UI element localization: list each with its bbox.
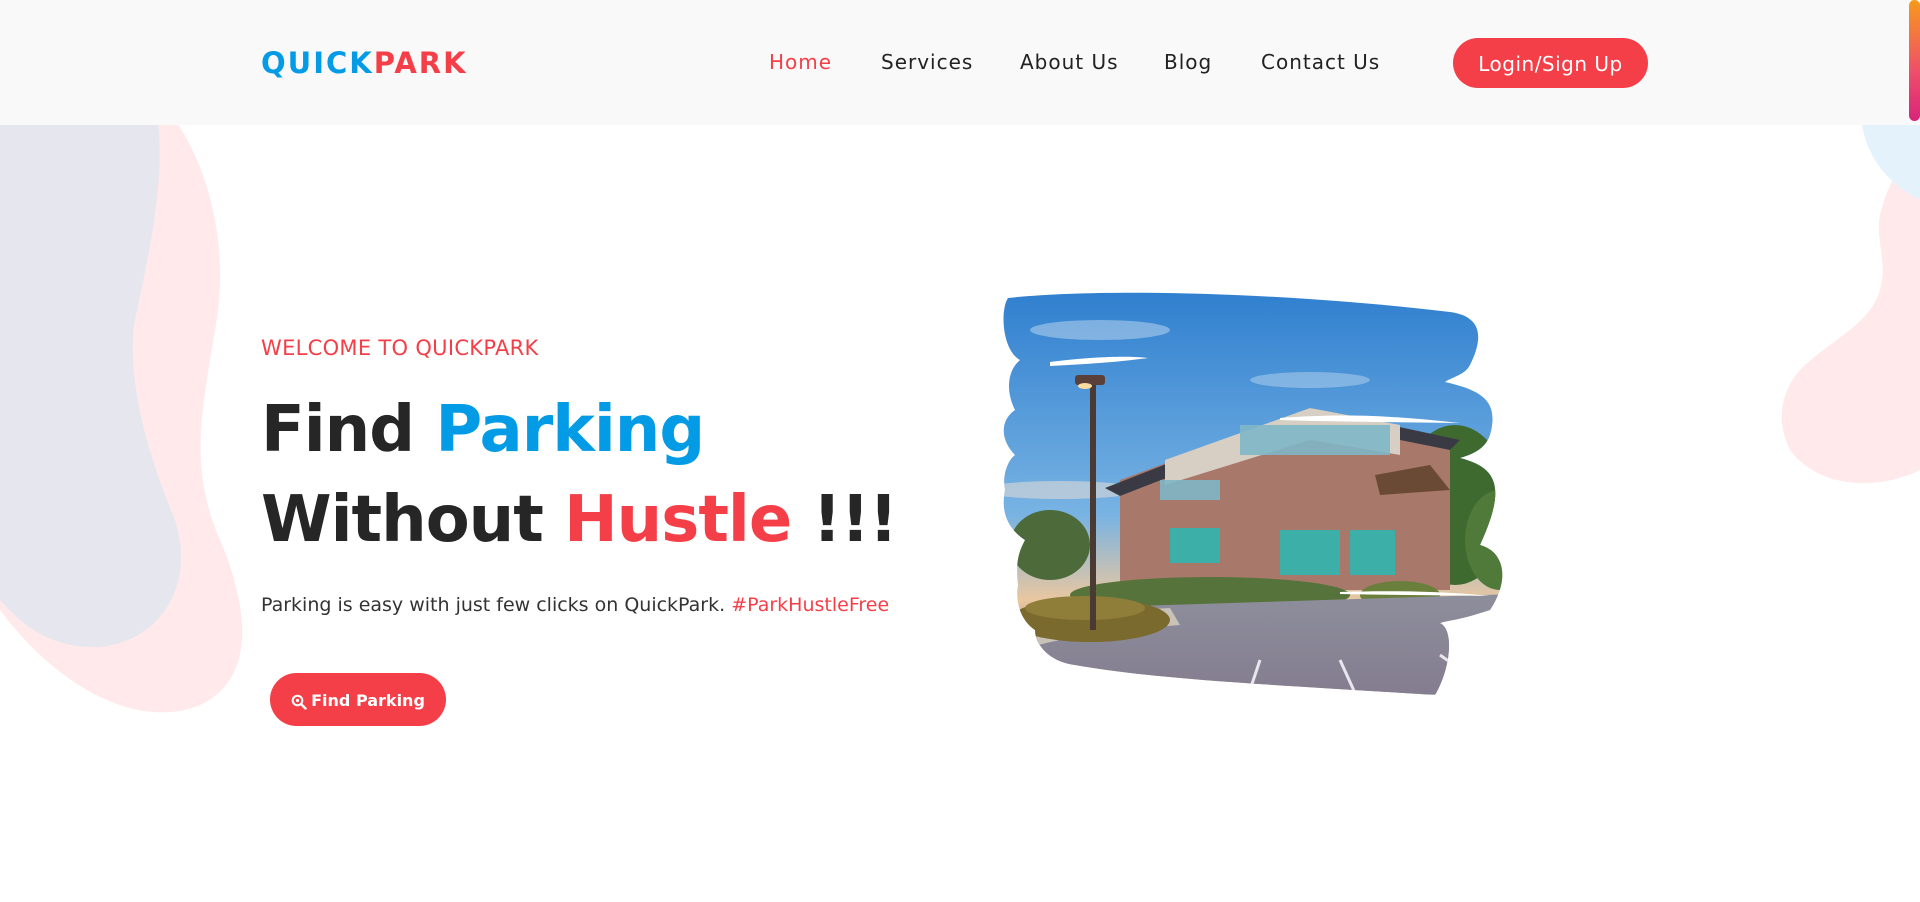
- nav-services[interactable]: Services: [881, 48, 973, 76]
- scroll-indicator[interactable]: [1909, 0, 1920, 121]
- site-header: QUICKPARK Home Services About Us Blog Co…: [0, 0, 1920, 125]
- headline-word-hustle: Hustle: [564, 483, 792, 557]
- nav-contact-us[interactable]: Contact Us: [1261, 48, 1380, 76]
- hero-hashtag: #ParkHustleFree: [731, 594, 890, 616]
- headline-word-without: Without: [261, 483, 544, 557]
- headline-exclamation: !!!: [812, 483, 899, 557]
- hero-subtext-body: Parking is easy with just few clicks on …: [261, 594, 726, 616]
- pink-blob-right: [1781, 140, 1920, 484]
- nav-about-us[interactable]: About Us: [1020, 48, 1119, 76]
- hero-parking-illustration: [1003, 292, 1503, 702]
- hero-headline: Find Parking Without Hustle !!!: [261, 385, 899, 565]
- login-signup-button[interactable]: Login/Sign Up: [1453, 38, 1648, 88]
- hero-subtext: Parking is easy with just few clicks on …: [261, 591, 889, 619]
- find-parking-button[interactable]: Find Parking: [270, 673, 446, 726]
- headline-word-parking: Parking: [435, 393, 705, 467]
- nav-blog[interactable]: Blog: [1164, 48, 1212, 76]
- headline-word-find: Find: [261, 393, 415, 467]
- logo-part-park: PARK: [373, 46, 468, 80]
- search-location-icon: [291, 694, 307, 710]
- page: QUICKPARK Home Services About Us Blog Co…: [0, 0, 1920, 902]
- brand-logo[interactable]: QUICKPARK: [261, 45, 468, 81]
- find-parking-label: Find Parking: [311, 691, 425, 710]
- hero-eyebrow: WELCOME TO QUICKPARK: [261, 336, 539, 360]
- nav-home[interactable]: Home: [769, 48, 832, 76]
- logo-part-quick: QUICK: [261, 46, 374, 80]
